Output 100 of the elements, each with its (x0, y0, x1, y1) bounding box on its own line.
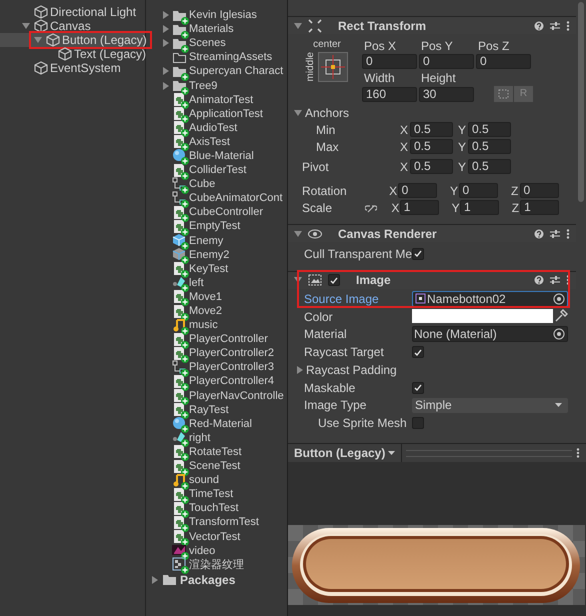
blueprint-mode-button[interactable] (494, 86, 513, 102)
field-label: Raycast Target (304, 344, 385, 362)
foldout-arrow-icon[interactable] (296, 366, 304, 374)
number-field[interactable]: 0.5 (410, 159, 453, 174)
axis-label: Y (458, 122, 468, 138)
number-field[interactable]: 1 (400, 200, 439, 215)
field-label: Anchors (305, 105, 350, 122)
check-icon (413, 249, 423, 258)
number-field[interactable]: 0 (476, 54, 531, 69)
project-asset[interactable]: Supercyan Charact (189, 64, 284, 78)
project-asset[interactable]: Move2 (189, 304, 222, 318)
project-asset[interactable]: PlayerController2 (189, 346, 274, 360)
dropdown[interactable]: Simple (412, 398, 568, 413)
foldout-arrow-icon[interactable] (294, 109, 302, 117)
expand-arrow-icon[interactable] (151, 576, 159, 584)
project-asset[interactable]: 渲染器纹理 (189, 558, 244, 572)
project-asset[interactable]: Move1 (189, 290, 222, 304)
number-field[interactable]: 0.5 (410, 139, 453, 154)
field-label: Scale (302, 200, 334, 216)
project-asset[interactable]: AnimatorTest (189, 92, 254, 107)
number-field[interactable]: 0 (362, 54, 417, 69)
expand-arrow-icon[interactable] (34, 36, 42, 44)
object-field[interactable]: Namebotton02 (412, 290, 568, 307)
project-asset[interactable]: video (189, 544, 216, 558)
project-asset[interactable]: RayTest (189, 402, 229, 417)
number-field[interactable]: 30 (419, 86, 474, 102)
project-asset[interactable]: VectorTest (189, 530, 240, 544)
project-asset[interactable]: Scenes (189, 36, 226, 50)
project-asset[interactable]: TouchTest (189, 501, 239, 516)
hierarchy-item[interactable]: Canvas (50, 19, 91, 33)
project-folder[interactable]: Packages (180, 570, 236, 589)
checkbox[interactable] (412, 346, 424, 358)
color-swatch[interactable] (412, 309, 553, 324)
anchor-preset-button[interactable] (318, 52, 348, 82)
field-label: Pos Z (477, 39, 510, 54)
enable-checkbox[interactable] (328, 274, 340, 286)
project-asset[interactable]: PlayerNavControlle (189, 388, 284, 403)
gameobject-cube-icon (34, 61, 48, 75)
expand-arrow-icon[interactable] (22, 22, 30, 30)
number-field[interactable]: 0 (520, 183, 559, 198)
field-label: Material (304, 326, 348, 344)
project-asset[interactable]: AudioTest (189, 120, 238, 135)
axis-label: Y (452, 200, 460, 216)
project-asset[interactable]: Kevin Iglesias (189, 8, 257, 22)
hierarchy-item[interactable]: Directional Light (50, 5, 136, 19)
object-field[interactable]: None (Material) (412, 326, 568, 342)
number-field[interactable]: 1 (520, 200, 559, 215)
number-field[interactable]: 0.5 (410, 122, 453, 137)
foldout-arrow-icon[interactable] (294, 22, 302, 30)
number-field[interactable]: 0.5 (468, 159, 511, 174)
number-field[interactable]: 160 (362, 86, 417, 102)
project-asset[interactable]: Materials (189, 22, 234, 36)
project-asset[interactable]: PlayerController4 (189, 374, 274, 388)
check-icon (413, 348, 423, 357)
project-asset[interactable]: PlayerController (189, 332, 268, 346)
project-asset[interactable]: KeyTest (189, 262, 228, 276)
project-asset[interactable]: right (189, 430, 210, 445)
project-asset[interactable]: sound (189, 473, 219, 488)
project-asset[interactable]: Enemy (189, 234, 224, 248)
project-asset[interactable]: TransformTest (189, 515, 259, 530)
component-title: Image (356, 272, 391, 290)
project-asset[interactable]: StreamingAssets (189, 50, 272, 64)
project-asset[interactable]: TimeTest (189, 487, 234, 502)
axis-label: X (400, 122, 410, 138)
hierarchy-item[interactable]: Text (Legacy) (74, 47, 146, 61)
project-asset[interactable]: CubeAnimatorCont (189, 191, 283, 206)
project-asset[interactable]: EmptyTest (189, 219, 240, 234)
project-asset[interactable]: Cube (189, 177, 216, 192)
project-asset[interactable]: music (189, 318, 218, 332)
foldout-arrow-icon[interactable] (294, 230, 302, 238)
field-label: Source Image (304, 290, 380, 308)
axis-label: X (391, 200, 400, 216)
project-asset[interactable]: Red-Material (189, 416, 252, 431)
object-picker-icon[interactable] (553, 328, 565, 340)
number-field[interactable]: 0 (398, 183, 438, 198)
project-asset[interactable]: AxisTest (189, 134, 230, 149)
drag-handle[interactable] (406, 450, 572, 456)
checkbox[interactable] (412, 382, 424, 394)
project-asset[interactable]: SceneTest (189, 459, 240, 474)
number-field[interactable]: 0.5 (468, 139, 511, 154)
number-field[interactable]: 0 (458, 183, 498, 198)
project-asset[interactable]: PlayerController3 (189, 360, 274, 374)
checkbox[interactable] (412, 248, 424, 260)
number-field[interactable]: 0 (419, 54, 474, 69)
project-asset[interactable]: Enemy2 (189, 248, 230, 262)
project-asset[interactable]: Blue-Material (189, 148, 254, 163)
checkbox[interactable] (412, 417, 424, 430)
number-field[interactable]: 0.5 (468, 122, 511, 137)
project-asset[interactable]: ColliderTest (189, 163, 246, 178)
axis-label: X (400, 158, 410, 176)
project-asset[interactable]: RotateTest (189, 444, 242, 459)
project-asset[interactable]: CubeController (189, 205, 263, 220)
hierarchy-item[interactable]: EventSystem (50, 61, 121, 75)
scrollbar-thumb[interactable] (578, 2, 584, 202)
eyedropper-icon[interactable] (554, 309, 568, 324)
project-asset[interactable]: Tree9 (189, 78, 218, 93)
object-picker-icon[interactable] (553, 292, 565, 305)
number-field[interactable]: 1 (460, 200, 499, 215)
project-asset[interactable]: ApplicationTest (189, 106, 263, 121)
project-asset[interactable]: left (189, 276, 204, 290)
